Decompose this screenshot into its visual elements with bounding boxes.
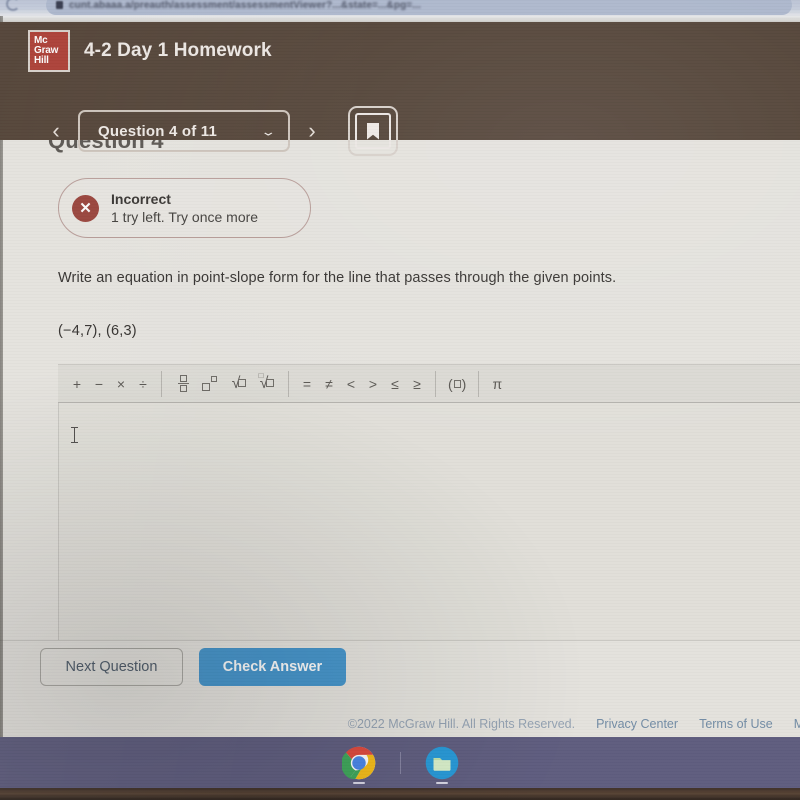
status-subtitle: 1 try left. Try once more — [111, 209, 259, 225]
caret-stem — [74, 427, 75, 443]
pi-icon[interactable]: π — [486, 369, 508, 399]
question-selector-dropdown[interactable]: Question 4 of 11 ⌄ — [78, 110, 290, 152]
taskbar-item-files[interactable] — [423, 744, 461, 784]
fraction-denominator-box — [179, 385, 187, 392]
device-screen: cunt.abaaa.a/preauth/assessment/assessme… — [0, 0, 800, 800]
next-question-button[interactable]: › — [296, 120, 328, 142]
status-text-group: Incorrect 1 try left. Try once more — [111, 191, 258, 225]
toolbar-divider — [288, 370, 289, 397]
nth-root-icon[interactable]: □ √ — [253, 369, 281, 399]
os-taskbar — [0, 737, 800, 788]
plus-icon[interactable]: + — [66, 369, 88, 399]
previous-question-button[interactable]: ‹ — [40, 120, 72, 142]
taskbar-active-indicator — [435, 781, 448, 784]
minus-icon[interactable]: − — [88, 369, 110, 399]
terms-of-use-link[interactable]: Terms of Use — [699, 717, 773, 731]
superscript-exponent-box — [211, 375, 217, 382]
question-prompt: Write an equation in point-slope form fo… — [58, 270, 617, 286]
app-header: Mc Graw Hill 4-2 Day 1 Homework ‹ Questi… — [0, 22, 800, 156]
toolbar-group-structures: √ □ √ — [169, 365, 281, 402]
toolbar-divider — [161, 370, 162, 397]
page-footer: ©2022 McGraw Hill. All Rights Reserved. … — [0, 710, 800, 737]
error-x-icon: ✕ — [72, 194, 99, 222]
not-equals-icon[interactable]: ≠ — [318, 369, 340, 399]
files-folder-icon — [425, 746, 458, 779]
question-points: (−4,7), (6,3) — [58, 323, 137, 339]
header-brand-row: Mc Graw Hill 4-2 Day 1 Homework — [28, 30, 272, 72]
paren-content-box — [453, 379, 461, 388]
bookmark-icon — [355, 113, 391, 149]
lock-icon — [56, 1, 63, 9]
course-title: 4-2 Day 1 Homework — [84, 40, 272, 61]
toolbar-group-relations: = ≠ < > ≤ ≥ — [296, 365, 428, 402]
less-than-icon[interactable]: < — [340, 369, 362, 399]
chevron-down-icon: ⌄ — [260, 124, 277, 138]
superscript-icon[interactable] — [197, 369, 225, 399]
copyright-text: ©2022 McGraw Hill. All Rights Reserved. — [347, 716, 576, 731]
less-equal-icon[interactable]: ≤ — [384, 369, 406, 399]
question-selector-label: Question 4 of 11 — [98, 122, 218, 140]
bookmark-button[interactable] — [348, 106, 398, 156]
toolbar-group-operators: + − × ÷ — [66, 365, 154, 402]
text-caret-icon — [71, 427, 78, 443]
action-buttons: Next Question Check Answer — [40, 648, 346, 686]
nth-radicand-box — [266, 378, 275, 387]
taskbar-divider — [399, 751, 401, 774]
mcgraw-hill-logo: Mc Graw Hill — [28, 30, 70, 72]
answer-input[interactable] — [58, 403, 800, 640]
divide-icon[interactable]: ÷ — [132, 369, 154, 399]
taskbar-active-indicator — [352, 781, 365, 784]
math-editor-toolbar: + − × ÷ √ □ √ = ≠ < > ≤ ≥ () π — [58, 364, 800, 403]
question-navigation: ‹ Question 4 of 11 ⌄ › — [40, 106, 398, 156]
check-answer-button[interactable]: Check Answer — [199, 648, 346, 686]
root-index-box: □ — [258, 370, 264, 380]
address-bar-url: cunt.abaaa.a/preauth/assessment/assessme… — [69, 0, 421, 11]
bookmark-glyph — [367, 122, 379, 140]
toolbar-divider — [435, 370, 436, 397]
taskbar-item-chrome[interactable] — [340, 744, 378, 784]
greater-than-icon[interactable]: > — [362, 369, 384, 399]
toolbar-divider — [478, 370, 480, 397]
logo-line-3: Hill — [34, 55, 49, 67]
superscript-base-box — [202, 382, 210, 391]
status-title: Incorrect — [111, 191, 171, 207]
toolbar-group-constants: π — [486, 365, 508, 402]
toolbar-group-grouping: ( ) — [443, 365, 471, 402]
desk-surface — [0, 788, 800, 800]
fraction-icon[interactable] — [169, 369, 197, 399]
parentheses-icon[interactable]: ( ) — [443, 369, 471, 399]
caret-bottom — [71, 442, 78, 443]
tab-loading-icon — [6, 0, 20, 11]
next-question-button[interactable]: Next Question — [40, 648, 183, 686]
address-bar[interactable]: cunt.abaaa.a/preauth/assessment/assessme… — [46, 0, 792, 15]
square-root-icon[interactable]: √ — [225, 369, 253, 399]
browser-toolbar: cunt.abaaa.a/preauth/assessment/assessme… — [0, 0, 800, 16]
status-badge: ✕ Incorrect 1 try left. Try once more — [58, 178, 311, 238]
privacy-center-link[interactable]: Privacy Center — [596, 717, 678, 731]
fraction-bar — [177, 383, 189, 384]
content-divider — [0, 640, 800, 641]
minimum-requirements-link[interactable]: Minimu — [794, 717, 800, 731]
fraction-numerator-box — [179, 375, 187, 382]
greater-equal-icon[interactable]: ≥ — [406, 369, 428, 399]
equals-icon[interactable]: = — [296, 369, 318, 399]
chrome-icon — [341, 746, 375, 779]
radicand-box — [238, 378, 247, 387]
multiply-icon[interactable]: × — [110, 369, 132, 399]
question-page: Question 4 ✕ Incorrect 1 try left. Try o… — [0, 140, 800, 737]
